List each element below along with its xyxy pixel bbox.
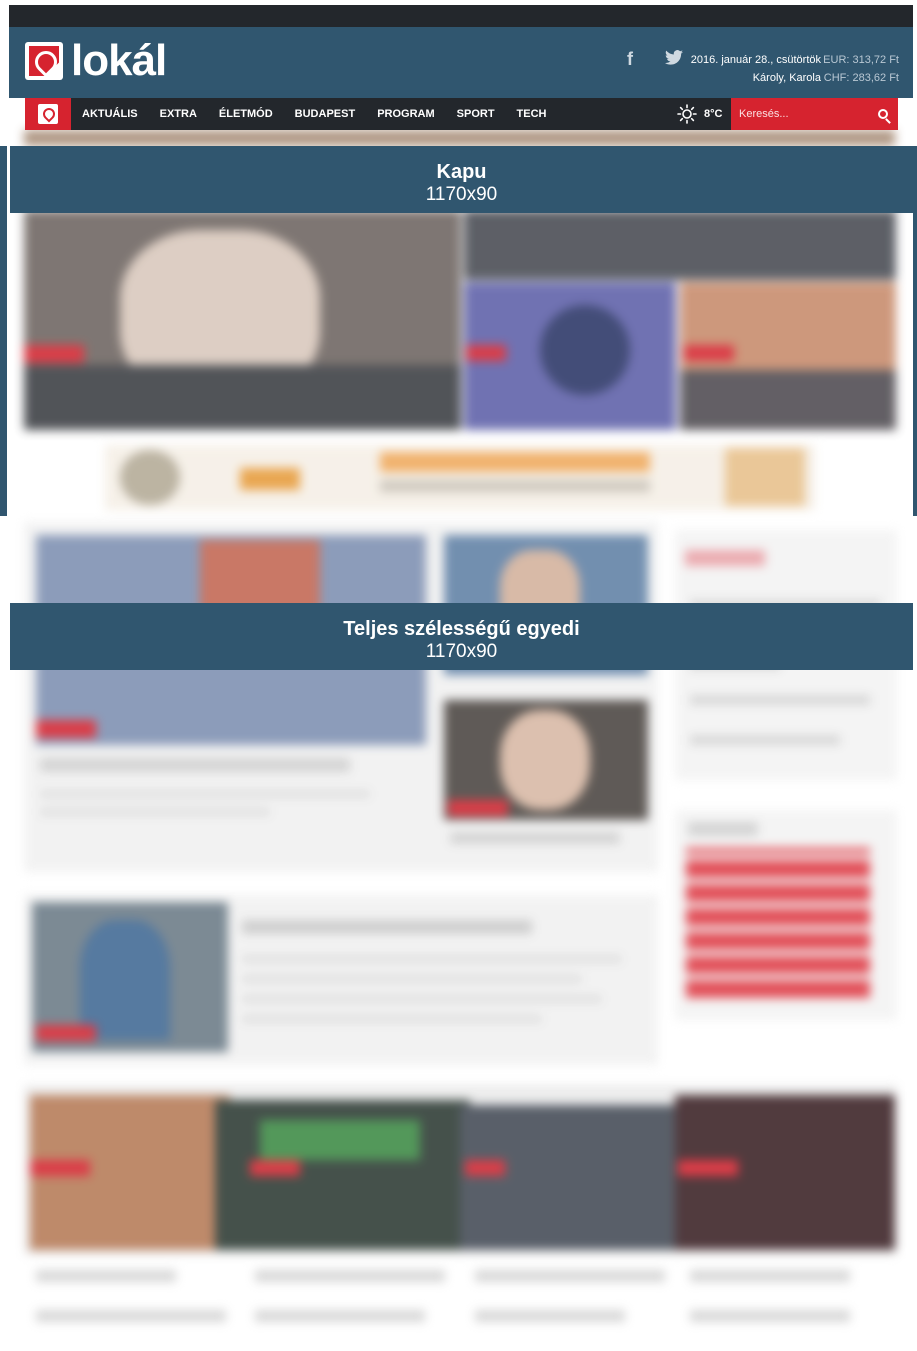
nameday: Károly, Karola	[752, 72, 821, 84]
home-logo-icon	[38, 104, 58, 124]
nav-item-program[interactable]: PROGRAM	[366, 98, 445, 130]
eur-rate: EUR: 313,72 Ft	[823, 54, 899, 66]
nav-item-aktualis[interactable]: AKTUÁLIS	[71, 98, 149, 130]
page: lokál f 2016. január 28., csütörtök Káro…	[0, 0, 917, 1351]
nav-item-budapest[interactable]: BUDAPEST	[284, 98, 367, 130]
twitter-icon[interactable]	[665, 49, 683, 70]
ad-placeholder-full-width[interactable]: Teljes szélességű egyedi 1170x90	[10, 603, 913, 670]
weather-widget: 8°C	[677, 98, 722, 130]
logo-text: lokál	[71, 36, 167, 85]
blurred-content	[0, 130, 917, 1351]
sun-icon	[677, 104, 697, 124]
ad-title: Kapu	[436, 161, 487, 183]
ad-placeholder-kapu[interactable]: Kapu 1170x90	[10, 146, 913, 213]
exchange-rates: EUR: 313,72 Ft CHF: 283,62 Ft	[823, 51, 899, 87]
main-nav: AKTUÁLIS EXTRA ÉLETMÓD BUDAPEST PROGRAM …	[25, 98, 898, 130]
ad-size: 1170x90	[425, 641, 498, 662]
nav-item-tech[interactable]: TECH	[506, 98, 558, 130]
right-edge-bar	[913, 146, 917, 516]
logo-pin-icon	[25, 42, 63, 80]
search-box	[731, 98, 898, 130]
search-icon[interactable]	[878, 109, 888, 119]
current-date: 2016. január 28., csütörtök	[690, 54, 821, 66]
nav-item-eletmod[interactable]: ÉLETMÓD	[208, 98, 284, 130]
ad-size: 1170x90	[425, 184, 498, 205]
facebook-icon[interactable]: f	[627, 49, 633, 70]
ad-title: Teljes szélességű egyedi	[343, 618, 580, 640]
nav-item-extra[interactable]: EXTRA	[149, 98, 208, 130]
chf-rate: CHF: 283,62 Ft	[823, 72, 899, 84]
nav-menu: AKTUÁLIS EXTRA ÉLETMÓD BUDAPEST PROGRAM …	[71, 98, 558, 130]
date-block: 2016. január 28., csütörtök Károly, Karo…	[691, 51, 821, 87]
site-logo[interactable]: lokál	[25, 36, 167, 85]
temperature: 8°C	[704, 108, 723, 120]
nav-home-button[interactable]	[25, 98, 71, 130]
top-strip	[9, 5, 913, 27]
left-edge-bar	[0, 146, 7, 516]
site-header: lokál f 2016. január 28., csütörtök Káro…	[9, 27, 913, 98]
nav-item-sport[interactable]: SPORT	[446, 98, 506, 130]
search-input[interactable]	[731, 98, 866, 130]
